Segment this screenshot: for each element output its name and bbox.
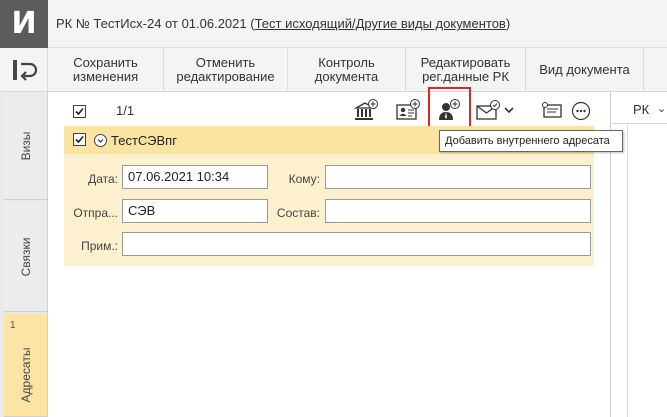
composition-field[interactable] <box>325 199 591 223</box>
item-counter: 1/1 <box>116 103 135 118</box>
right-panel-header[interactable]: РК ⌄ <box>611 92 667 124</box>
send-mail-button[interactable] <box>475 98 501 122</box>
checkmark-icon <box>75 135 84 144</box>
document-view-button[interactable]: Вид документа <box>526 48 644 92</box>
chevron-down-icon <box>97 139 104 143</box>
send-options-dropdown[interactable] <box>501 98 517 122</box>
send-mail-icon <box>476 100 500 120</box>
document-type-link[interactable]: Тест исходящий/Другие виды документов <box>255 16 506 31</box>
addressee-name: ТестСЭВпг <box>111 133 177 148</box>
right-panel-divider <box>627 124 628 417</box>
tab-links[interactable]: Связки <box>4 202 47 312</box>
add-contact-card-icon <box>396 99 420 120</box>
save-changes-button[interactable]: Сохранить изменения <box>48 48 164 92</box>
collapse-toggle[interactable] <box>94 134 107 147</box>
checkmark-icon <box>75 107 84 116</box>
window-title: РК № ТестИсх-24 от 01.06.2021 (Тест исхо… <box>56 16 510 31</box>
tab-links-label: Связки <box>18 237 33 276</box>
chevron-down-icon: ⌄ <box>657 103 667 115</box>
to-label: Кому: <box>288 172 320 186</box>
toolbar: Сохранить изменения Отменить редактирова… <box>0 48 667 92</box>
right-panel-label: РК <box>633 102 650 117</box>
title-prefix: РК № ТестИсх-24 от 01.06.2021 ( <box>56 16 255 31</box>
note-label: Прим.: <box>81 239 118 253</box>
tab-addressees-count: 1 <box>10 320 16 331</box>
date-label: Дата: <box>88 172 118 186</box>
add-organization-button[interactable] <box>353 98 379 122</box>
left-tab-bar: Визы Связки 1 Адресаты <box>0 92 48 417</box>
highlight-frame <box>428 87 471 128</box>
tab-addressees[interactable]: 1 Адресаты <box>4 314 47 417</box>
sender-label: Отпра... <box>73 206 118 220</box>
comment-button[interactable] <box>540 98 566 122</box>
edit-reg-data-button[interactable]: Редактировать рег.данные РК <box>406 48 526 92</box>
title-bar: И РК № ТестИсх-24 от 01.06.2021 (Тест ис… <box>0 0 667 48</box>
addressee-checkbox[interactable] <box>73 133 86 146</box>
back-arrow-icon <box>13 60 38 81</box>
select-all-checkbox[interactable] <box>73 105 86 118</box>
add-organization-icon <box>353 99 378 120</box>
tab-visas-label: Визы <box>18 131 33 160</box>
composition-label: Состав: <box>276 206 320 220</box>
title-suffix: ) <box>505 16 511 31</box>
sender-field[interactable]: СЭВ <box>122 199 268 223</box>
comment-icon <box>542 102 562 118</box>
add-contact-card-button[interactable] <box>395 98 421 122</box>
tooltip: Добавить внутреннего адресата <box>439 130 623 152</box>
dropdown-chevron-icon <box>504 107 514 114</box>
more-icon <box>571 101 591 121</box>
date-field[interactable]: 07.06.2021 10:34 <box>122 165 268 189</box>
back-button[interactable] <box>0 48 48 92</box>
to-field[interactable] <box>325 165 591 189</box>
tab-addressees-label: Адресаты <box>18 347 33 403</box>
app-logo: И <box>0 0 48 48</box>
more-button[interactable] <box>569 98 595 122</box>
note-field[interactable] <box>122 232 591 256</box>
document-control-button[interactable]: Контроль документа <box>288 48 406 92</box>
tab-visas[interactable]: Визы <box>4 92 47 200</box>
cancel-edit-button[interactable]: Отменить редактирование <box>164 48 288 92</box>
